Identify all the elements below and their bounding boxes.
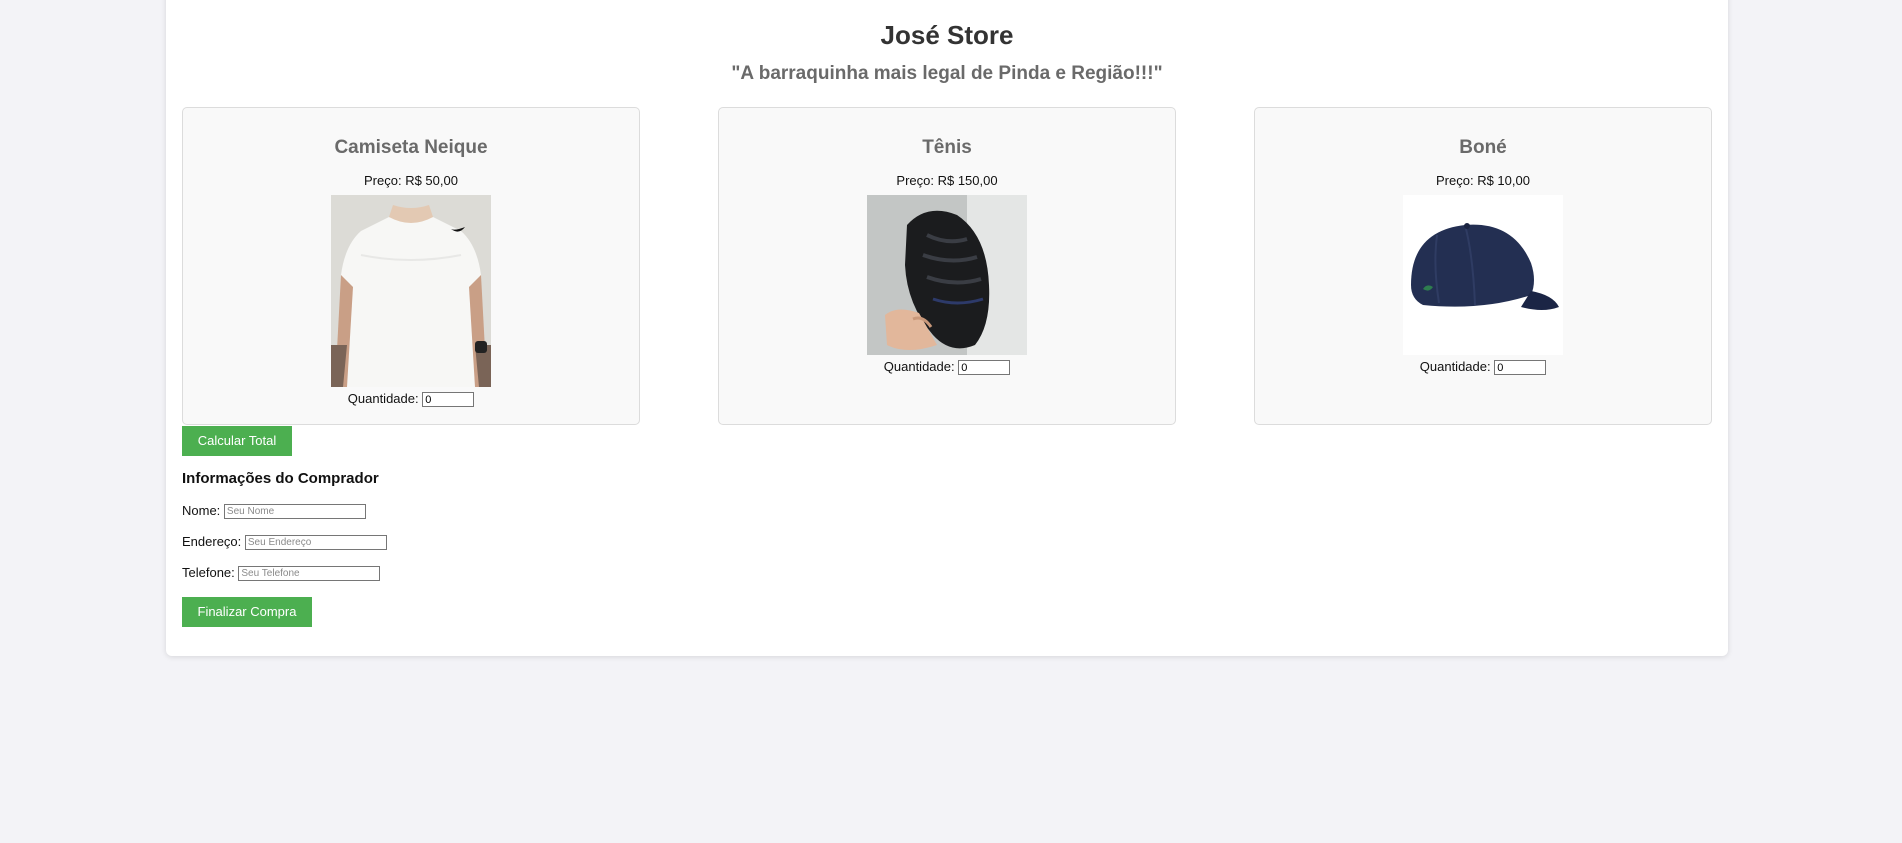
product-name: Camiseta Neique (334, 137, 488, 158)
product-name: Tênis (922, 137, 972, 158)
product-list: Camiseta Neique Preço: R$ 50,00 Quantida… (182, 107, 1712, 425)
product-card-camiseta: Camiseta Neique Preço: R$ 50,00 Quantida… (182, 107, 640, 425)
quantity-label: Quantidade: (883, 359, 955, 374)
quantity-input[interactable] (422, 392, 475, 408)
quantity-input[interactable] (958, 360, 1011, 376)
store-container: José Store "A barraquinha mais legal de … (166, 0, 1728, 656)
phone-field-row: Telefone: (182, 564, 381, 582)
quantity-row: Quantidade: (183, 389, 639, 409)
calculate-total-button[interactable]: Calcular Total (182, 426, 292, 456)
navy-cap-photo (1403, 195, 1563, 355)
product-card-tenis: Tênis Preço: R$ 150,00 Quantidade: (718, 107, 1176, 425)
name-input[interactable] (223, 504, 366, 520)
white-tshirt-photo (331, 195, 491, 387)
product-card-bone: Boné Preço: R$ 10,00 Quantidade: (1254, 107, 1712, 425)
quantity-label: Quantidade: (347, 391, 419, 406)
quantity-input[interactable] (1494, 360, 1547, 376)
store-title: José Store (880, 20, 1014, 50)
product-price: Preço: R$ 10,00 (1436, 173, 1530, 188)
buyer-info-title: Informações do Comprador (182, 470, 379, 487)
quantity-label: Quantidade: (1419, 359, 1491, 374)
finish-purchase-button[interactable]: Finalizar Compra (182, 597, 312, 627)
quantity-row: Quantidade: (719, 357, 1175, 377)
address-label: Endereço: (182, 534, 242, 549)
phone-input[interactable] (238, 566, 381, 582)
product-price: Preço: R$ 150,00 (896, 173, 998, 188)
address-input[interactable] (244, 535, 387, 551)
product-price: Preço: R$ 50,00 (364, 173, 458, 188)
store-slogan: "A barraquinha mais legal de Pinda e Reg… (731, 63, 1163, 84)
address-field-row: Endereço: (182, 533, 387, 551)
black-sneaker-photo (867, 195, 1027, 355)
product-name: Boné (1459, 137, 1507, 158)
name-field-row: Nome: (182, 502, 366, 520)
phone-label: Telefone: (182, 565, 235, 580)
quantity-row: Quantidade: (1255, 357, 1711, 377)
name-label: Nome: (182, 503, 221, 518)
